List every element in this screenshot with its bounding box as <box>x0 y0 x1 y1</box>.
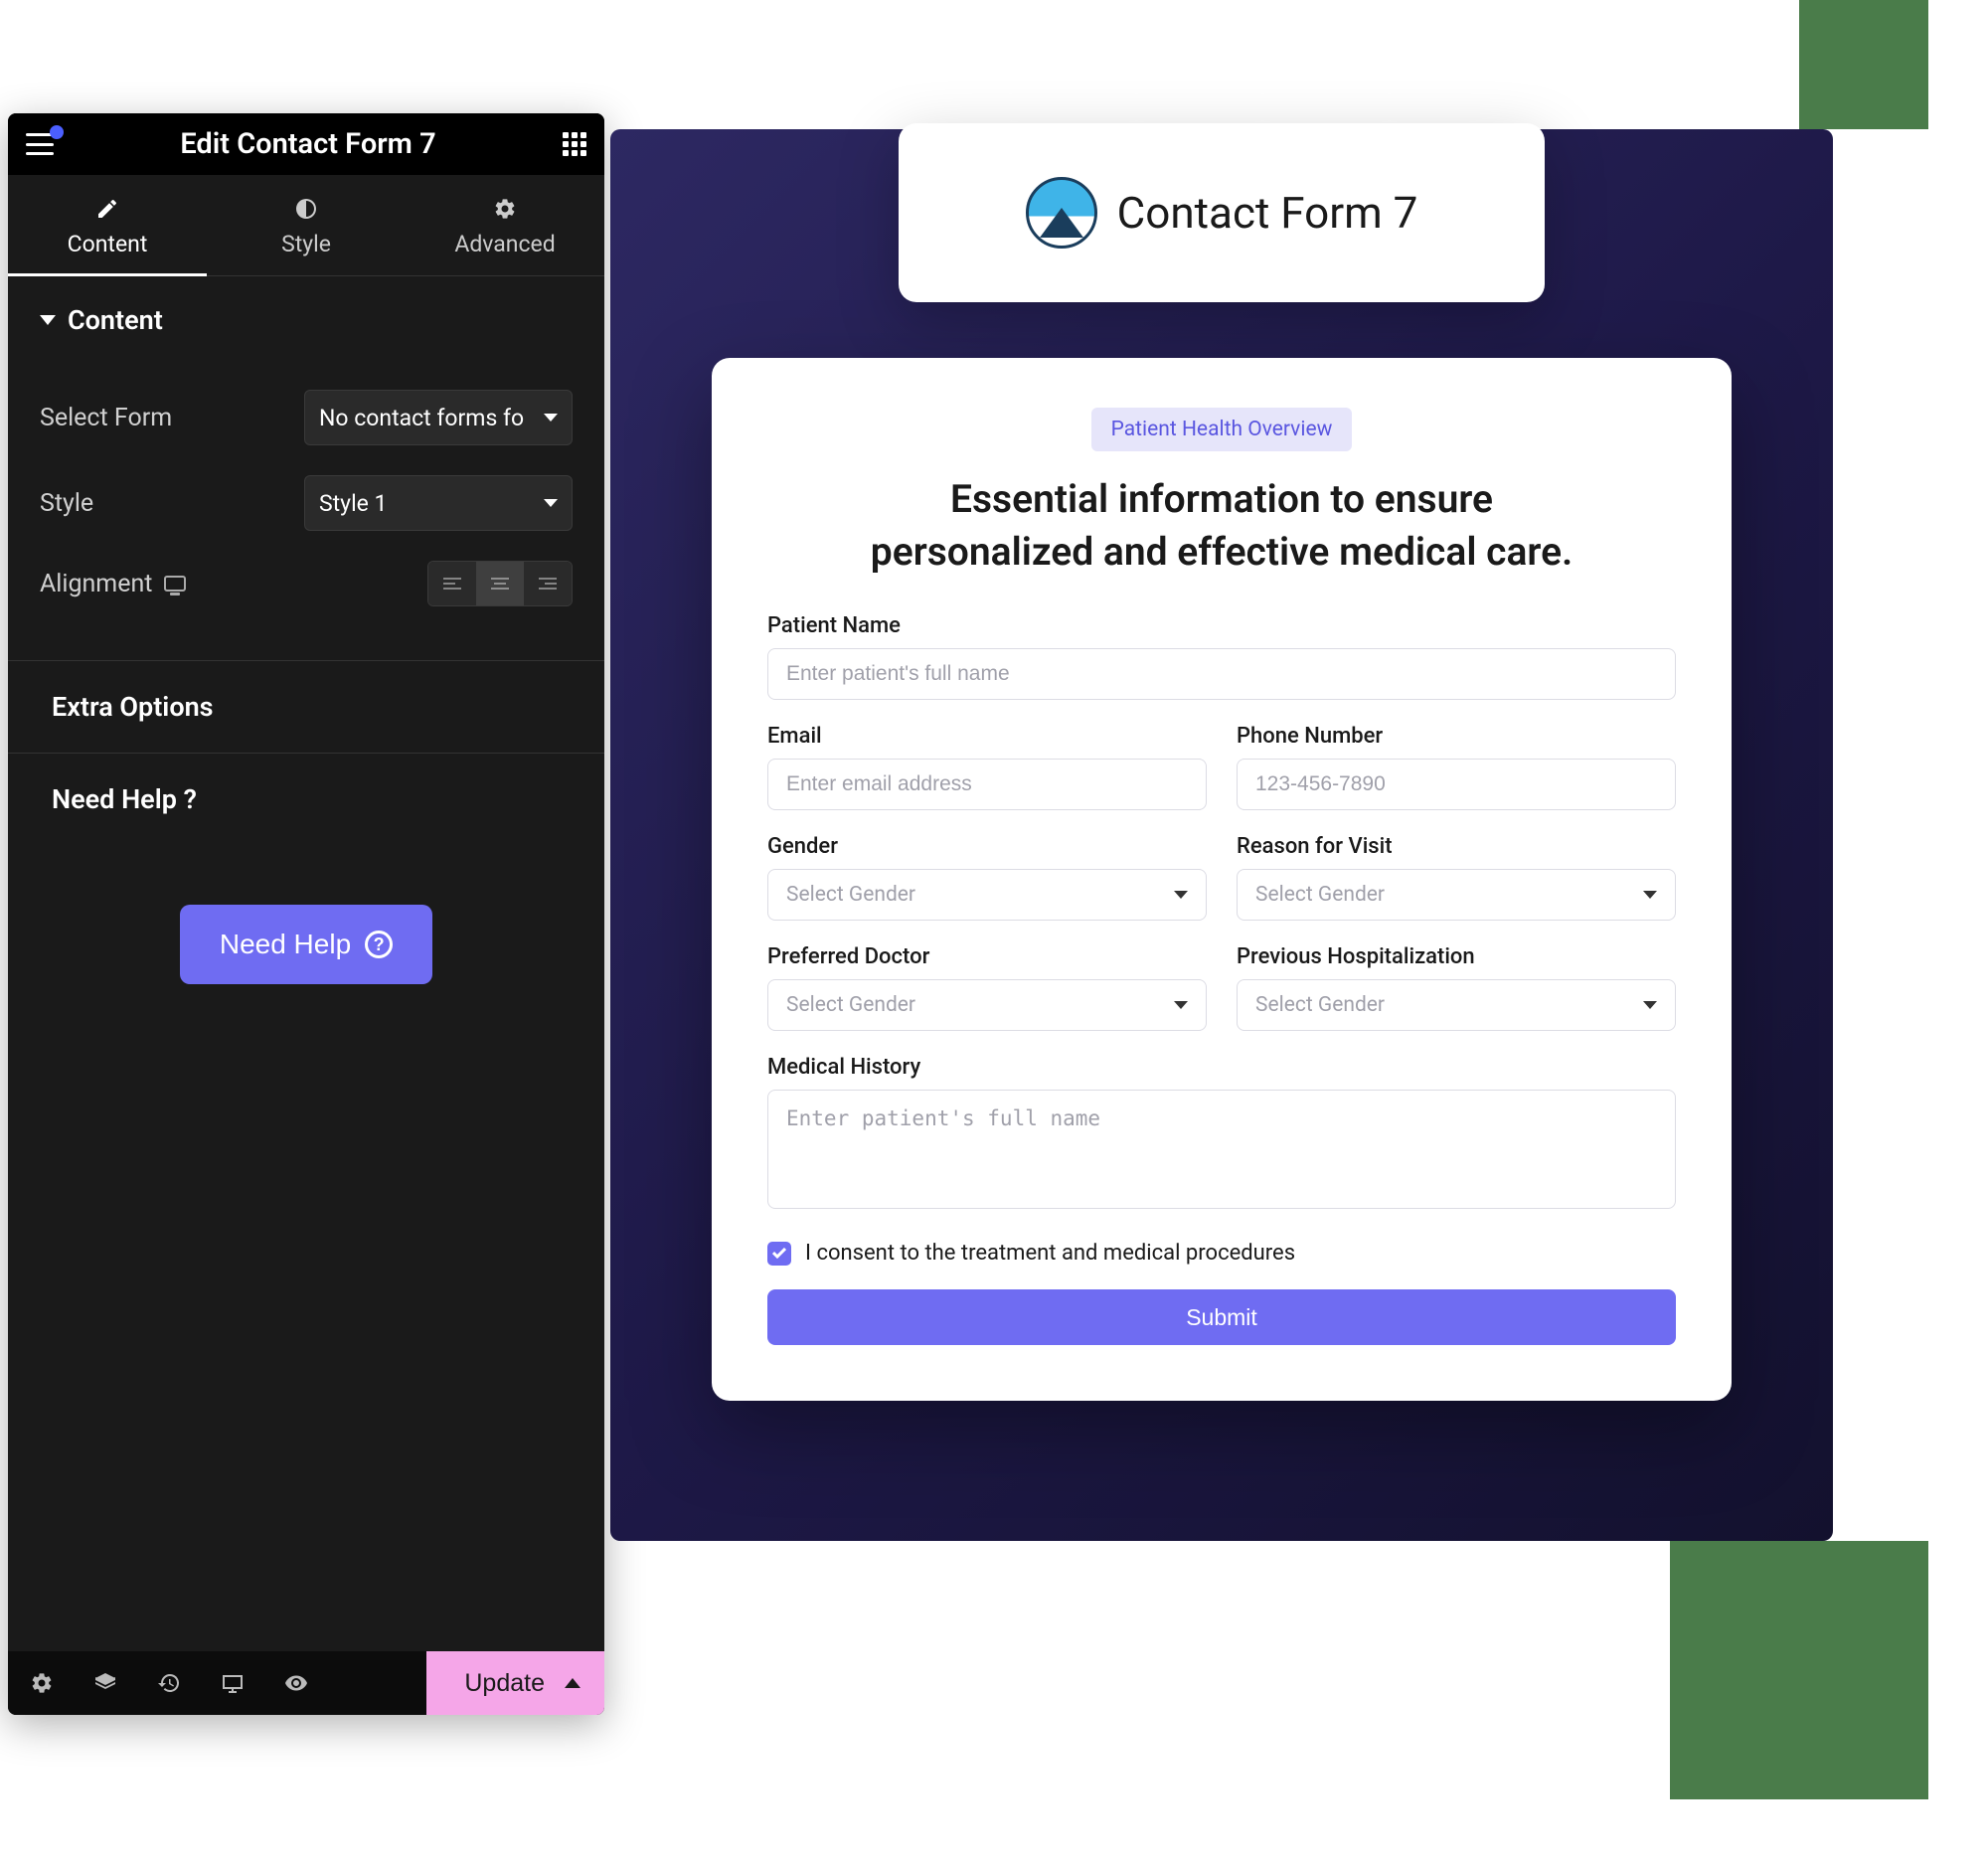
textarea-history[interactable] <box>767 1090 1676 1209</box>
field-patient-name: Patient Name <box>767 613 1676 700</box>
submit-button[interactable]: Submit <box>767 1289 1676 1345</box>
field-doctor: Preferred Doctor Select Gender <box>767 944 1207 1031</box>
editor-header: Edit Contact Form 7 <box>8 113 604 175</box>
dropdown-value: Style 1 <box>319 490 532 517</box>
alignment-buttons <box>427 561 573 606</box>
select-hospitalization[interactable]: Select Gender <box>1237 979 1676 1031</box>
preview-icon[interactable] <box>264 1651 328 1715</box>
control-alignment: Alignment <box>40 561 573 606</box>
control-label: Select Form <box>40 404 304 432</box>
control-style: Style Style 1 <box>40 475 573 531</box>
form-card: Patient Health Overview Essential inform… <box>712 358 1732 1401</box>
dropdown-value: No contact forms fo <box>319 405 532 431</box>
label-patient-name: Patient Name <box>767 613 1676 638</box>
section-need-help[interactable]: Need Help ? <box>8 753 604 845</box>
label-hospitalization: Previous Hospitalization <box>1237 944 1676 969</box>
section-title: Content <box>68 304 163 336</box>
help-button-wrap: Need Help ? <box>8 905 604 984</box>
form-heading: Essential information to ensure personal… <box>844 473 1599 578</box>
tab-content[interactable]: Content <box>8 175 207 275</box>
style-dropdown[interactable]: Style 1 <box>304 475 573 531</box>
pencil-icon <box>95 197 119 221</box>
responsive-icon[interactable] <box>164 576 186 592</box>
widget-title: Contact Form 7 <box>1117 187 1418 239</box>
field-reason: Reason for Visit Select Gender <box>1237 834 1676 921</box>
check-icon <box>772 1248 786 1259</box>
editor-tabs: Content Style Advanced <box>8 175 604 276</box>
history-icon[interactable] <box>137 1651 201 1715</box>
select-form-dropdown[interactable]: No contact forms fo <box>304 390 573 445</box>
menu-icon[interactable] <box>26 133 54 155</box>
gear-icon <box>493 197 517 221</box>
label-email: Email <box>767 724 1207 749</box>
consent-text: I consent to the treatment and medical p… <box>805 1241 1295 1266</box>
tab-label: Style <box>281 231 331 257</box>
form-badge: Patient Health Overview <box>1091 408 1353 451</box>
cf7-logo-icon <box>1026 177 1097 249</box>
responsive-mode-icon[interactable] <box>201 1651 264 1715</box>
widgets-grid-icon[interactable] <box>563 132 586 156</box>
field-phone: Phone Number <box>1237 724 1676 810</box>
label-phone: Phone Number <box>1237 724 1676 749</box>
consent-row: I consent to the treatment and medical p… <box>767 1241 1676 1266</box>
notification-dot <box>50 125 64 139</box>
tab-label: Advanced <box>454 231 555 257</box>
chevron-down-icon <box>40 315 56 325</box>
tab-advanced[interactable]: Advanced <box>406 175 604 275</box>
align-center-button[interactable] <box>476 562 524 605</box>
select-gender[interactable]: Select Gender <box>767 869 1207 921</box>
decoration-top <box>1799 0 1928 129</box>
tab-label: Content <box>68 231 148 257</box>
footer-icons <box>8 1651 328 1715</box>
editor-body: Content Select Form No contact forms fo … <box>8 276 604 1651</box>
label-reason: Reason for Visit <box>1237 834 1676 859</box>
need-help-button[interactable]: Need Help ? <box>180 905 432 984</box>
label-history: Medical History <box>767 1055 1676 1080</box>
input-email[interactable] <box>767 759 1207 810</box>
control-label: Style <box>40 489 304 518</box>
consent-checkbox[interactable] <box>767 1242 791 1266</box>
chevron-up-icon <box>565 1678 580 1688</box>
settings-icon[interactable] <box>10 1651 74 1715</box>
editor-footer: Update <box>8 1651 604 1715</box>
widget-title-card: Contact Form 7 <box>899 123 1545 302</box>
control-label: Alignment <box>40 570 427 598</box>
section-header-content[interactable]: Content <box>8 276 604 354</box>
control-select-form: Select Form No contact forms fo <box>40 390 573 445</box>
field-history: Medical History <box>767 1055 1676 1213</box>
question-icon: ? <box>365 931 393 958</box>
label-gender: Gender <box>767 834 1207 859</box>
help-button-label: Need Help <box>220 929 351 960</box>
align-left-button[interactable] <box>428 562 476 605</box>
content-controls: Select Form No contact forms fo Style St… <box>8 354 604 660</box>
section-extra-options[interactable]: Extra Options <box>8 660 604 753</box>
input-patient-name[interactable] <box>767 648 1676 700</box>
editor-panel: Edit Contact Form 7 Content Style Advanc… <box>8 113 604 1715</box>
update-label: Update <box>464 1669 545 1698</box>
select-doctor[interactable]: Select Gender <box>767 979 1207 1031</box>
field-email: Email <box>767 724 1207 810</box>
form-grid: Patient Name Email Phone Number Gender S… <box>767 613 1676 1213</box>
contrast-icon <box>294 197 318 221</box>
section-title: Need Help ? <box>52 783 197 815</box>
update-button[interactable]: Update <box>426 1651 604 1715</box>
navigator-icon[interactable] <box>74 1651 137 1715</box>
preview-canvas: Contact Form 7 Patient Health Overview E… <box>610 129 1833 1541</box>
decoration-bottom <box>1670 1541 1928 1799</box>
label-doctor: Preferred Doctor <box>767 944 1207 969</box>
select-reason[interactable]: Select Gender <box>1237 869 1676 921</box>
section-title: Extra Options <box>52 691 214 723</box>
editor-title: Edit Contact Form 7 <box>180 127 435 161</box>
field-gender: Gender Select Gender <box>767 834 1207 921</box>
tab-style[interactable]: Style <box>207 175 406 275</box>
field-hospitalization: Previous Hospitalization Select Gender <box>1237 944 1676 1031</box>
align-right-button[interactable] <box>524 562 572 605</box>
input-phone[interactable] <box>1237 759 1676 810</box>
